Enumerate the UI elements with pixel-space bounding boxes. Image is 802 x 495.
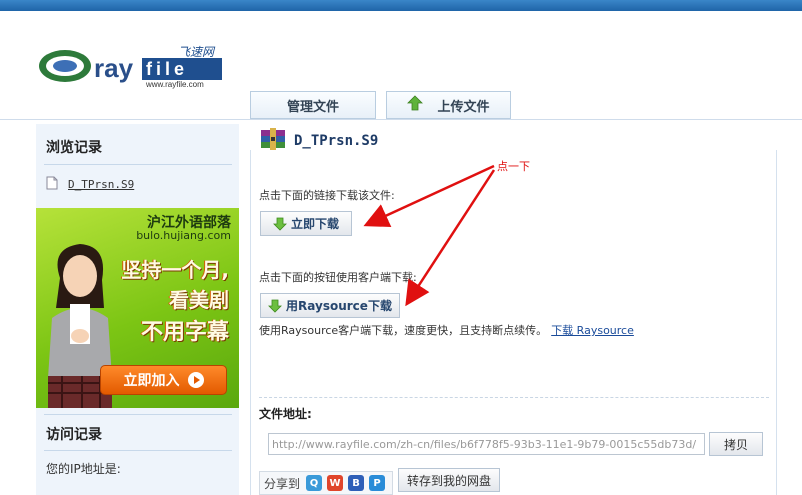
sidebar-divider xyxy=(44,450,232,451)
download-now-label: 立即下载 xyxy=(290,217,339,231)
history-item[interactable]: D_TPrsn.S9 xyxy=(46,176,134,193)
download-arrow-icon xyxy=(273,217,287,231)
history-title: 浏览记录 xyxy=(46,140,102,156)
file-name: D_TPrsn.S9 xyxy=(294,132,379,149)
document-icon xyxy=(46,176,58,193)
ad-slogan-line1: 坚持一个月, xyxy=(121,258,229,282)
svg-text:file: file xyxy=(146,59,188,79)
ad-url: bulo.hujiang.com xyxy=(136,229,231,242)
tab-manage-label: 管理文件 xyxy=(286,99,339,115)
raysource-download-link[interactable]: 下载 Raysource xyxy=(551,324,634,337)
file-address-label: 文件地址: xyxy=(259,407,312,421)
sidebar: 浏览记录 D_TPrsn.S9 沪江外语部落 bulo.hujiang.com … xyxy=(36,124,239,495)
download-now-button[interactable]: 立即下载 xyxy=(260,211,352,236)
ad-slogan-line3: 不用字幕 xyxy=(140,320,229,345)
ad-slogan-line2: 看美剧 xyxy=(169,288,229,312)
file-header: D_TPrsn.S9 xyxy=(260,128,378,153)
share-qzone-icon[interactable]: Q xyxy=(306,475,323,491)
history-item-link[interactable]: D_TPrsn.S9 xyxy=(68,178,134,191)
sidebar-divider xyxy=(44,414,232,415)
ad-banner[interactable]: 沪江外语部落 bulo.hujiang.com 坚持一个月, 看美剧 不用字幕 … xyxy=(36,208,239,408)
rar-archive-icon xyxy=(260,128,286,153)
ad-join-label: 立即加入 xyxy=(123,373,180,389)
tab-upload-label: 上传文件 xyxy=(437,99,490,115)
upload-arrow-icon xyxy=(407,95,424,115)
ad-join-button[interactable]: 立即加入 xyxy=(100,365,227,395)
tab-upload-files[interactable]: 上传文件 xyxy=(386,91,511,119)
share-label: 分享到 xyxy=(264,476,301,491)
header-divider xyxy=(0,119,802,120)
share-baidu-icon[interactable]: B xyxy=(348,475,365,491)
sidebar-divider xyxy=(44,164,232,165)
ip-address-label: 您的IP地址是: xyxy=(46,462,121,476)
link-hint: 点击下面的链接下载该文件: xyxy=(259,189,395,202)
play-icon xyxy=(187,372,204,388)
raysource-download-label: 用Raysource下载 xyxy=(286,299,392,313)
raysource-desc-text: 使用Raysource客户端下载，速度更快，且支持断点续传。 xyxy=(259,324,548,337)
visit-title: 访问记录 xyxy=(46,427,102,443)
svg-text:ray: ray xyxy=(94,53,134,83)
annotation-text: 点一下 xyxy=(497,160,530,173)
logo-url-text: www.rayfile.com xyxy=(145,80,204,89)
save-to-disk-button[interactable]: 转存到我的网盘 xyxy=(398,468,500,492)
copy-button[interactable]: 拷贝 xyxy=(709,432,763,456)
download-arrow-icon xyxy=(268,299,283,313)
file-panel: D_TPrsn.S9 点击下面的链接下载该文件: 立即下载 点击下面的按钮使用客… xyxy=(250,124,777,495)
top-bar xyxy=(0,0,802,11)
tab-manage-files[interactable]: 管理文件 xyxy=(250,91,376,119)
section-divider xyxy=(259,397,769,398)
share-bar: 分享到 Q W B P xyxy=(259,471,393,495)
raysource-download-button[interactable]: 用Raysource下载 xyxy=(260,293,400,318)
rayfile-logo[interactable]: ray file 飞速网 www.rayfile.com xyxy=(38,44,228,90)
file-address-field[interactable]: http://www.rayfile.com/zh-cn/files/b6f77… xyxy=(268,433,705,455)
share-p-icon[interactable]: P xyxy=(369,475,386,491)
share-weibo-icon[interactable]: W xyxy=(327,475,344,491)
logo-cn-text: 飞速网 xyxy=(178,45,216,59)
client-hint: 点击下面的按钮使用客户端下载: xyxy=(259,271,417,284)
raysource-description: 使用Raysource客户端下载，速度更快，且支持断点续传。 下载 Raysour… xyxy=(259,322,634,338)
